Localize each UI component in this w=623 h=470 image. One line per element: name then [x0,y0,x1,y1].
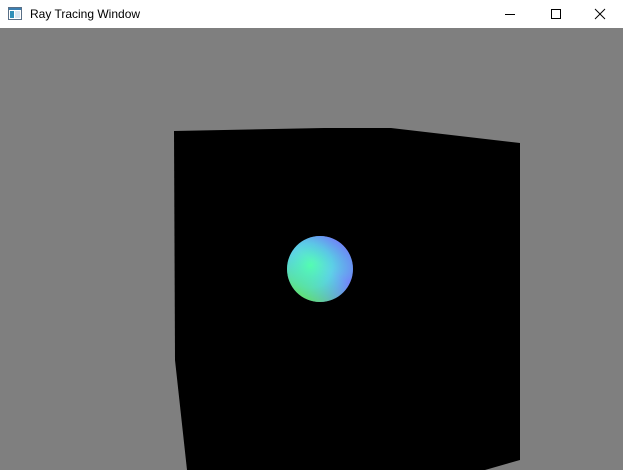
close-icon [594,8,606,20]
ray-tracing-window: Ray Tracing Window [0,0,623,470]
window-app-icon [8,7,22,20]
render-viewport[interactable] [0,28,623,470]
cube-mesh [174,128,520,470]
window-title: Ray Tracing Window [30,7,141,21]
minimize-icon [505,14,515,15]
close-button[interactable] [577,0,623,28]
title-bar[interactable]: Ray Tracing Window [0,0,623,28]
minimize-button[interactable] [487,0,533,28]
sphere-shading [287,236,353,302]
maximize-icon [551,9,561,19]
rendered-scene [0,28,623,470]
maximize-button[interactable] [533,0,579,28]
